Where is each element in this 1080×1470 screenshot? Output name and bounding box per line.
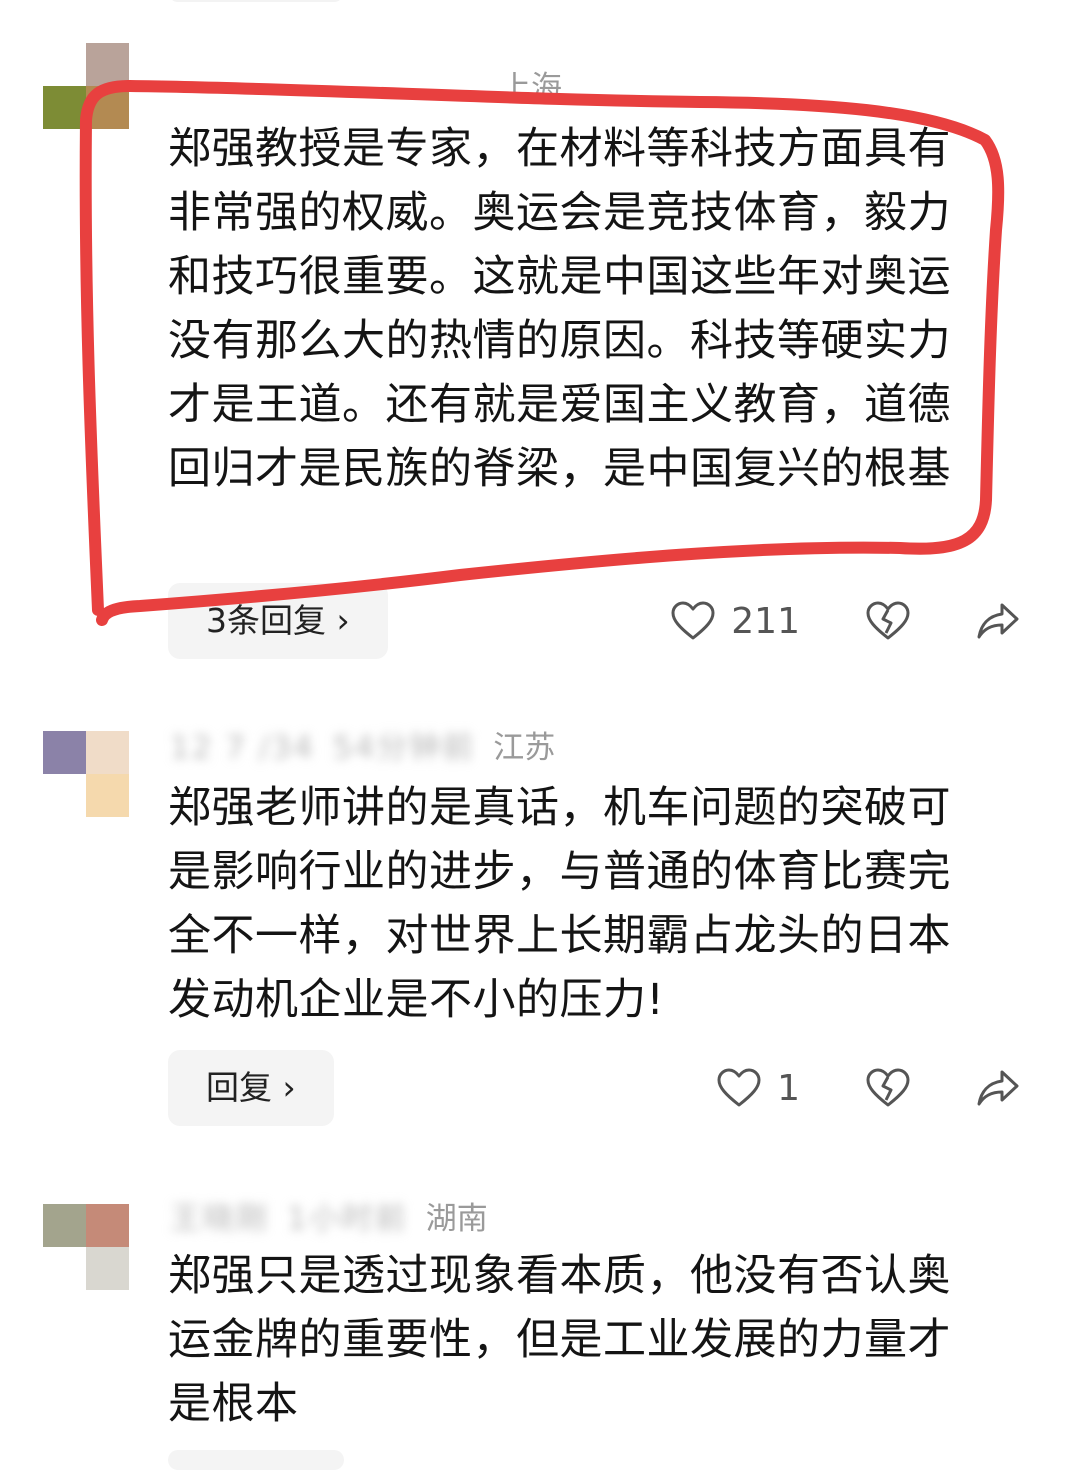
comment-text: 郑强老师讲的是真话，机车问题的突破可是影响行业的进步，与普通的体育比赛完全不一样… — [168, 783, 951, 1025]
comment-text: 郑强只是透过现象看本质，他没有否认奥运金牌的重要性，但是工业发展的力量才是根本 — [168, 1251, 951, 1429]
reply-button-partial[interactable] — [168, 1450, 344, 1470]
comment-actions: 211 — [671, 583, 1020, 659]
avatar[interactable] — [43, 731, 129, 817]
comment-time: 1小时前 — [287, 1201, 408, 1237]
replies-button[interactable]: 3条回复 › — [168, 583, 388, 659]
comment-location: 湖南 — [425, 1201, 488, 1237]
author-name[interactable]: 王晓刚 — [170, 1193, 269, 1238]
comment-location: 上海 — [500, 70, 562, 106]
comment-location: 江苏 — [493, 730, 556, 766]
comment-time: 54分钟前 — [332, 730, 476, 766]
previous-reply-button[interactable] — [168, 0, 344, 2]
comment-actions: 1 — [717, 1050, 1020, 1126]
heart-outline-icon — [671, 601, 715, 641]
broken-heart-icon[interactable] — [866, 601, 910, 641]
like-count: 1 — [777, 1067, 800, 1109]
comment-meta: 王晓刚 1小时前 湖南 — [170, 1193, 488, 1238]
heart-outline-icon — [717, 1068, 761, 1108]
share-arrow-icon[interactable] — [976, 601, 1020, 641]
avatar[interactable] — [43, 1204, 129, 1290]
comment-text: 郑强教授是专家，在材料等科技方面具有非常强的权威。奥运会是竞技体育，毅力和技巧很… — [168, 124, 951, 494]
avatar[interactable] — [43, 43, 129, 129]
author-name[interactable]: 12 7 /34 — [170, 730, 315, 766]
comment-meta: 上海 — [170, 62, 562, 107]
like-button[interactable]: 211 — [671, 601, 800, 642]
like-count: 211 — [731, 600, 800, 642]
reply-button[interactable]: 回复 › — [168, 1050, 334, 1126]
comment-meta: 12 7 /34 54分钟前 江苏 — [170, 722, 555, 767]
like-button[interactable]: 1 — [717, 1068, 800, 1109]
share-arrow-icon[interactable] — [976, 1068, 1020, 1108]
broken-heart-icon[interactable] — [866, 1068, 910, 1108]
